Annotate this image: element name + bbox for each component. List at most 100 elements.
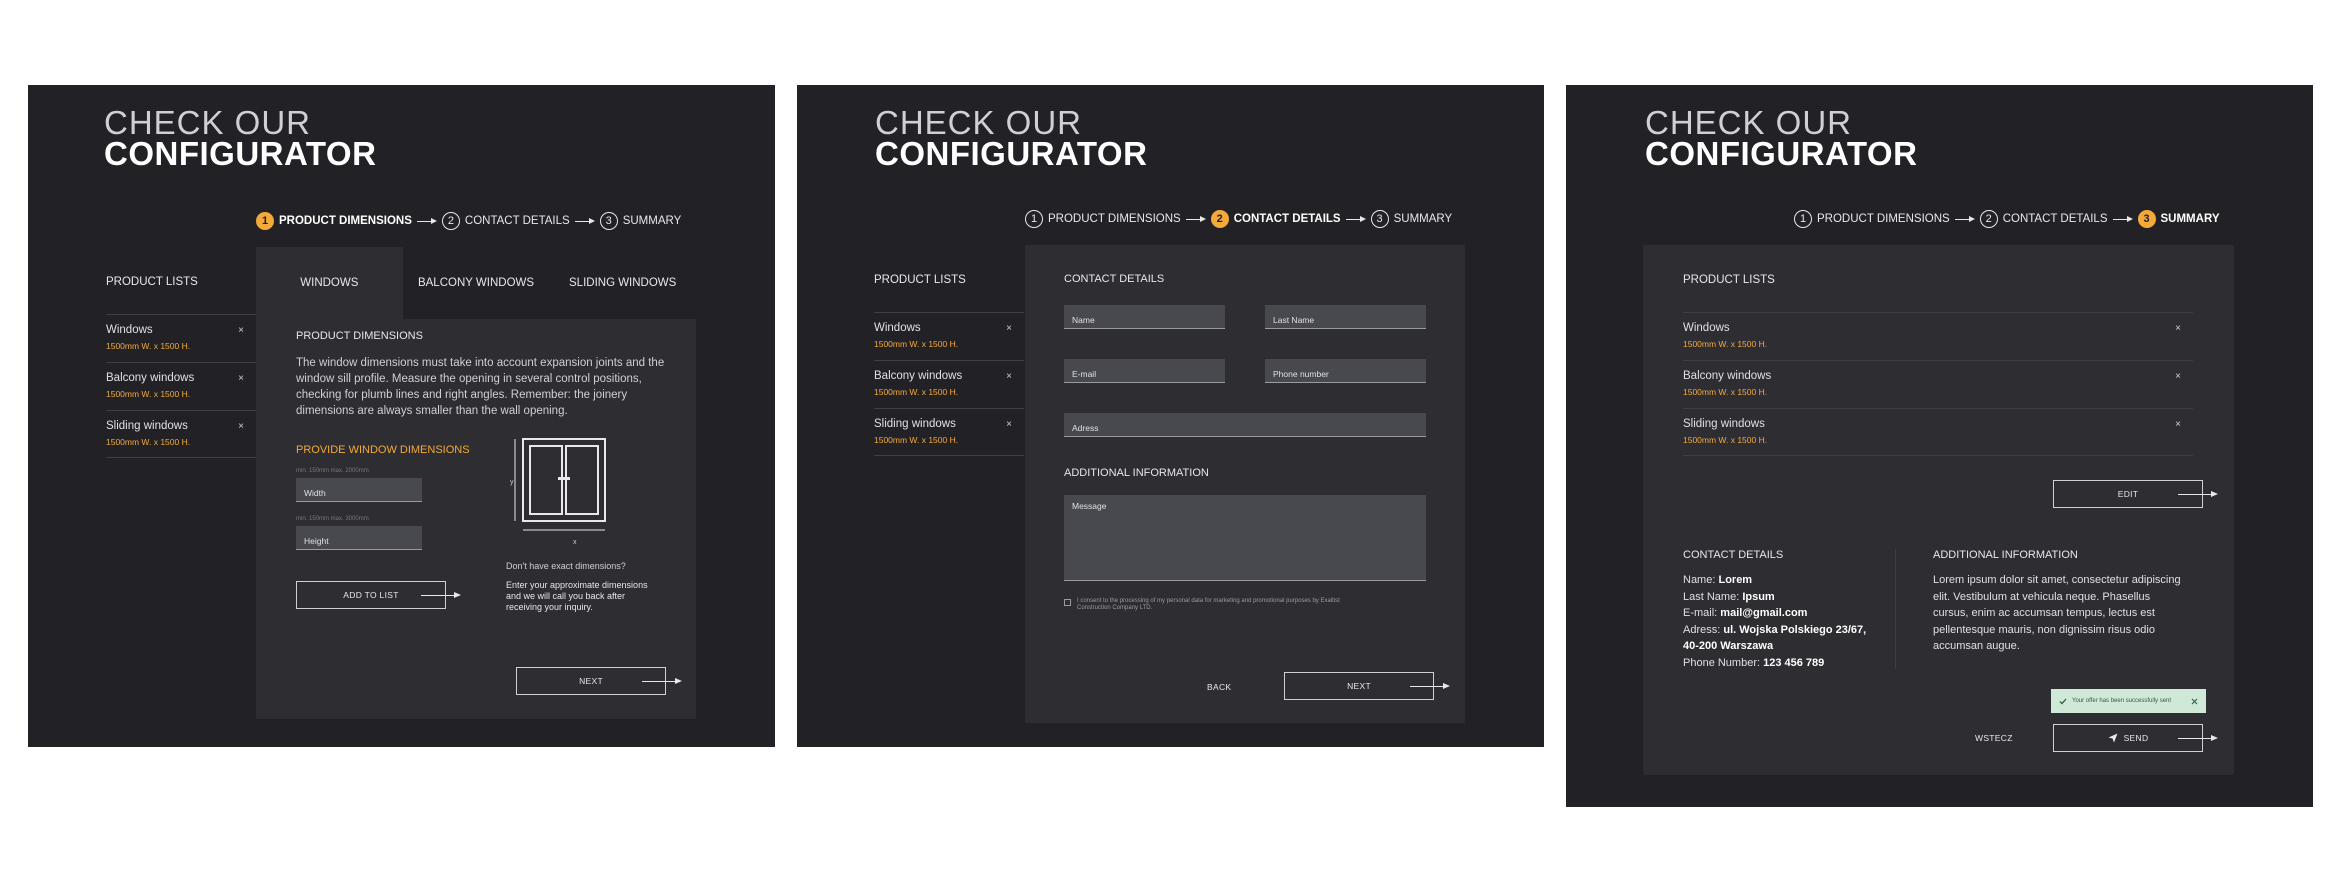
configurator-panel-contact: CHECK OUR CONFIGURATOR 1 PRODUCT DIMENSI… [797, 85, 1544, 747]
remove-icon[interactable]: × [238, 373, 244, 384]
contact-address-label: Adress: [1683, 623, 1721, 636]
step-contact-details[interactable]: 2 CONTACT DETAILS [1979, 210, 2108, 228]
column-divider [1895, 549, 1896, 669]
product-list: Windows 1500mm W. x 1500 H. × Balcony wi… [874, 312, 1024, 456]
back-button[interactable]: BACK [1207, 682, 1231, 692]
step-product-dimensions[interactable]: 1 PRODUCT DIMENSIONS [256, 212, 412, 230]
name-field[interactable]: Name [1064, 305, 1225, 329]
tab-sliding-windows[interactable]: SLIDING WINDOWS [549, 247, 697, 319]
list-item: Windows 1500mm W. x 1500 H. × [106, 314, 256, 362]
arrow-right-icon [1954, 214, 1975, 224]
product-name: Sliding windows [874, 418, 956, 430]
tab-balcony-windows[interactable]: BALCONY WINDOWS [402, 247, 550, 319]
height-field[interactable]: Height [296, 526, 422, 550]
list-item: Windows 1500mm W. x 1500 H. × [874, 312, 1024, 360]
heading-bold: CONFIGURATOR [1645, 135, 1918, 172]
contact-last-name-label: Last Name: [1683, 590, 1740, 603]
product-size: 1500mm W. x 1500 H. [1683, 387, 1768, 397]
step-label: SUMMARY [1393, 213, 1453, 225]
close-icon[interactable] [2191, 698, 2198, 705]
arrow-right-icon [2112, 214, 2133, 224]
step-product-dimensions[interactable]: 1 PRODUCT DIMENSIONS [1794, 210, 1950, 228]
arrow-right-icon [1185, 214, 1206, 224]
arrow-right-icon [574, 216, 595, 226]
step-label: PRODUCT DIMENSIONS [1817, 213, 1950, 225]
arrow-right-icon [642, 676, 682, 686]
product-name: Sliding windows [1683, 418, 1765, 430]
step-number: 1 [1025, 210, 1043, 228]
contact-email-label: E-mail: [1683, 607, 1718, 619]
stepper: 1 PRODUCT DIMENSIONS 2 CONTACT DETAILS 3… [1025, 210, 1452, 228]
phone-field[interactable]: Phone number [1265, 359, 1426, 383]
product-name: Windows [106, 324, 153, 336]
arrow-right-icon [1410, 681, 1450, 691]
product-size: 1500mm W. x 1500 H. [106, 389, 191, 399]
step-label: SUMMARY [622, 215, 682, 227]
step-summary[interactable]: 3 SUMMARY [599, 212, 682, 230]
stepper: 1 PRODUCT DIMENSIONS 2 CONTACT DETAILS 3… [256, 212, 681, 230]
step-product-dimensions[interactable]: 1 PRODUCT DIMENSIONS [1025, 210, 1181, 228]
step-number: 2 [441, 212, 460, 230]
no-dimensions-text: Enter your approximate dimensions and we… [506, 580, 648, 612]
message-field[interactable]: Message [1064, 495, 1426, 581]
remove-icon[interactable]: × [2175, 419, 2181, 430]
product-lists-title: PRODUCT LISTS [106, 276, 198, 288]
step-summary[interactable]: 3 SUMMARY [2137, 210, 2220, 228]
remove-icon[interactable]: × [2175, 323, 2181, 334]
arrow-right-icon [416, 216, 437, 226]
consent-checkbox[interactable] [1064, 599, 1071, 606]
product-name: Balcony windows [1683, 370, 1772, 382]
last-name-field[interactable]: Last Name [1265, 305, 1426, 329]
step-label: SUMMARY [2160, 213, 2220, 225]
back-button[interactable]: WSTECZ [1975, 733, 2013, 743]
check-icon [2059, 698, 2067, 704]
step-number: 1 [256, 212, 274, 230]
list-item: Windows 1500mm W. x 1500 H. × [1683, 312, 2193, 360]
product-tabs: WINDOWS BALCONY WINDOWS SLIDING WINDOWS [256, 247, 697, 319]
remove-icon[interactable]: × [238, 421, 244, 432]
list-item: Balcony windows 1500mm W. x 1500 H. × [106, 362, 256, 410]
product-size: 1500mm W. x 1500 H. [874, 435, 959, 445]
additional-info-text: Lorem ipsum dolor sit amet, consectetur … [1933, 574, 2181, 652]
no-dimensions-title: Don't have exact dimensions? [506, 561, 626, 571]
step-summary[interactable]: 3 SUMMARY [1370, 210, 1453, 228]
remove-icon[interactable]: × [2175, 371, 2181, 382]
step-number: 3 [599, 212, 618, 230]
remove-icon[interactable]: × [238, 325, 244, 336]
arrow-right-icon [1345, 214, 1366, 224]
provide-dimensions-title: PROVIDE WINDOW DIMENSIONS [296, 444, 470, 456]
product-name: Balcony windows [874, 370, 963, 382]
axis-y-label: y [510, 479, 514, 486]
arrow-right-icon [421, 590, 461, 600]
axis-x-label: x [573, 539, 577, 546]
address-field[interactable]: Adress [1064, 413, 1426, 437]
product-size: 1500mm W. x 1500 H. [1683, 339, 1768, 349]
product-size: 1500mm W. x 1500 H. [106, 341, 191, 351]
step-contact-details[interactable]: 2 CONTACT DETAILS [1210, 210, 1341, 228]
step-contact-details[interactable]: 2 CONTACT DETAILS [441, 212, 570, 230]
list-item: Sliding windows 1500mm W. x 1500 H. × [1683, 408, 2193, 456]
width-field[interactable]: Width [296, 478, 422, 502]
remove-icon[interactable]: × [1006, 323, 1012, 334]
product-name: Windows [874, 322, 921, 334]
step-number: 2 [1979, 210, 1998, 228]
contact-details: Name: Lorem Last Name: Ipsum E-mail: mai… [1683, 572, 1883, 671]
step-number: 3 [2137, 210, 2156, 228]
list-item: Sliding windows 1500mm W. x 1500 H. × [106, 410, 256, 458]
product-size: 1500mm W. x 1500 H. [106, 437, 191, 447]
heading-bold: CONFIGURATOR [104, 135, 377, 172]
remove-icon[interactable]: × [1006, 371, 1012, 382]
step-number: 1 [1794, 210, 1812, 228]
email-field[interactable]: E-mail [1064, 359, 1225, 383]
section-title: CONTACT DETAILS [1064, 273, 1165, 285]
contact-phone-value: 123 456 789 [1763, 656, 1825, 669]
width-hint: min. 150mm max. 2000mm [296, 468, 369, 474]
toast-message: Your offer has been successfully sent [2072, 698, 2172, 704]
height-hint: min. 150mm max. 3000mm [296, 516, 369, 522]
additional-info-title: ADDITIONAL INFORMATION [1064, 467, 1209, 479]
step-label: CONTACT DETAILS [2002, 213, 2108, 225]
tab-windows[interactable]: WINDOWS [256, 247, 403, 319]
remove-icon[interactable]: × [1006, 419, 1012, 430]
contact-card: CONTACT DETAILS Name Last Name E-mail Ph… [1025, 245, 1465, 723]
stepper: 1 PRODUCT DIMENSIONS 2 CONTACT DETAILS 3… [1794, 210, 2220, 228]
